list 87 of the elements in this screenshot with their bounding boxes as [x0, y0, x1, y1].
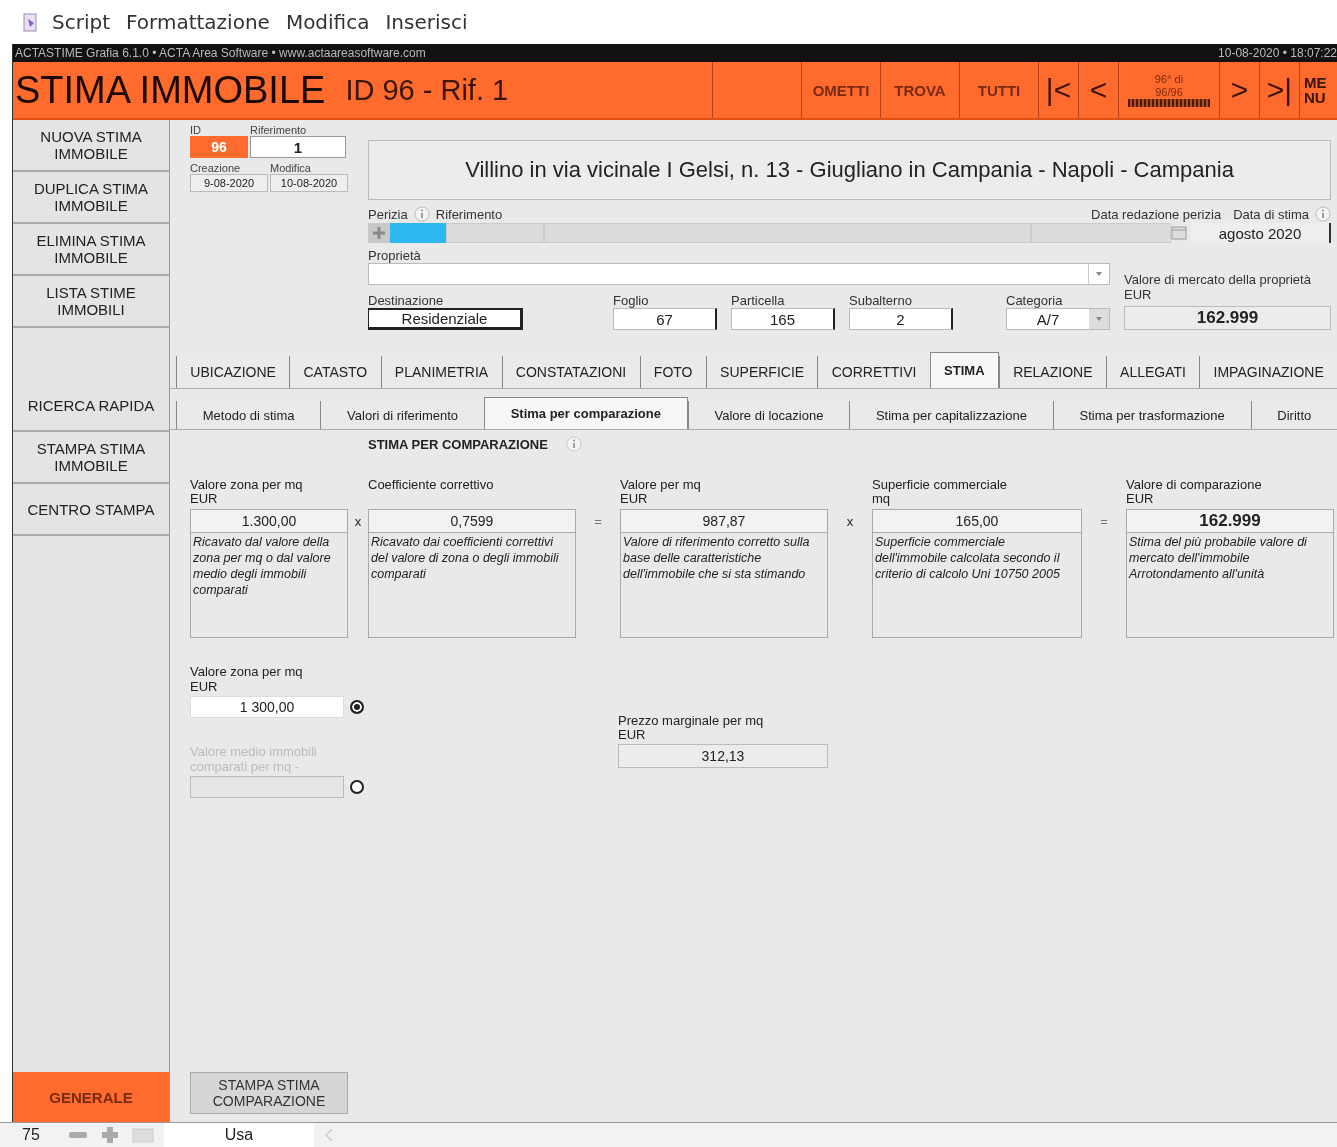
creation-date: 9-08-2020 — [190, 174, 268, 192]
description-box: Stima del più probabile valore di mercato dell'immobile Arrotondamento all'unità — [1126, 533, 1334, 638]
field-label: Valore di mercato della proprietà — [1124, 273, 1312, 287]
field-label: ID — [190, 124, 202, 136]
market-value-field: 162.999 — [1124, 306, 1331, 330]
operator-sign: x — [846, 514, 854, 531]
field-label: Riferimento — [250, 124, 308, 136]
add-icon[interactable] — [368, 223, 390, 243]
input-field[interactable]: 67 — [613, 308, 717, 330]
menu-item[interactable]: Formattazione — [126, 10, 270, 34]
unit-label: EUR — [190, 492, 219, 506]
field-label: Proprietà — [368, 248, 422, 263]
field-label: Data di stima — [1233, 206, 1309, 222]
unit-label: EUR — [618, 728, 647, 742]
menu-item[interactable]: Script — [52, 10, 110, 34]
layout-icon[interactable] — [130, 1125, 156, 1145]
info-icon[interactable] — [413, 206, 430, 222]
date-field[interactable] — [1031, 223, 1171, 243]
date-time: 10-08-2020 • 18:07:22 — [1218, 46, 1337, 60]
field-label: Subalterno — [849, 293, 913, 308]
unit-label: EUR — [1124, 287, 1153, 302]
field-label: Destinazione — [368, 293, 445, 308]
modified-date: 10-08-2020 — [270, 174, 348, 192]
perizia-field[interactable] — [390, 223, 446, 243]
description-box: Valore di riferimento corretto sulla base delle caratteristiche dell'immobile che si sta stimando — [620, 533, 828, 638]
section-title: STIMA PER COMPARAZIONE — [368, 436, 548, 452]
id-field: 96 — [190, 136, 248, 158]
menu-item[interactable]: Modifica — [285, 10, 370, 34]
unit-label: EUR — [620, 492, 649, 506]
field-label: Valore zona per mq — [190, 664, 304, 679]
field-label: Valore zona per mq — [190, 478, 304, 492]
field-label: Valore per mq — [620, 478, 702, 492]
input-field[interactable]: 2 — [849, 308, 953, 330]
field-label: Perizia — [368, 206, 408, 222]
record-bar-icon — [1128, 99, 1210, 107]
zoom-level: 75 — [22, 1126, 41, 1144]
description-box: Ricavato dal valore della zona per mq o dal valore medio degli immobili comparati — [190, 533, 348, 638]
unit-label: EUR — [1126, 492, 1155, 506]
input-field[interactable]: 165 — [731, 308, 835, 330]
field-label: Prezzo marginale per mq — [618, 714, 765, 728]
app-icon[interactable] — [22, 11, 40, 33]
record-title: ID 96 - Rif. 1 — [345, 73, 509, 107]
page-title: STIMA IMMOBILE — [15, 68, 326, 112]
description-box: Ricavato dai coefficienti correttivi del valore di zona o degli immobili comparati — [368, 533, 576, 638]
unit-label: mq — [872, 492, 891, 506]
subtab[interactable]: Stima per comparazione — [483, 397, 688, 429]
operator-sign: = — [594, 514, 602, 531]
dropdown-field[interactable]: A/7 — [1006, 308, 1110, 330]
field-label: Categoria — [1006, 293, 1064, 308]
value-field: 1.300,00 — [190, 509, 348, 533]
input-field[interactable]: 1 300,00 — [190, 696, 344, 718]
input-field[interactable] — [544, 223, 1031, 243]
unit-label: EUR — [190, 679, 219, 694]
value-field: 987,87 — [620, 509, 828, 533]
field-label: Riferimento — [435, 206, 503, 222]
reference-input[interactable] — [446, 223, 544, 243]
info-icon[interactable] — [1315, 206, 1331, 222]
mode-label[interactable]: Usa — [164, 1123, 314, 1147]
info-icon[interactable] — [565, 436, 582, 452]
app-info: ACTASTIME Grafia 6.1.0 • ACTA Area Software • www.actaareasoftware.com — [15, 46, 426, 60]
record-position: 96° di — [1154, 73, 1184, 85]
menu-item[interactable]: Inserisci — [385, 10, 468, 34]
reference-field[interactable]: 1 — [250, 136, 346, 158]
value-field: 165,00 — [872, 509, 1082, 533]
estimate-date-field[interactable]: agosto 2020 — [1191, 223, 1331, 243]
field-label: Modifica — [270, 162, 312, 174]
radio-button[interactable] — [350, 700, 364, 714]
print-button[interactable]: STAMPA STIMA COMPARAZIONE — [190, 1072, 348, 1114]
property-dropdown[interactable] — [368, 263, 1110, 285]
field-label: Creazione — [190, 162, 242, 174]
field-label: Particella — [731, 293, 786, 308]
description-box: Superficie commerciale dell'immobile calcolata secondo il criterio di calcolo Uni 10750 2005 — [872, 533, 1082, 638]
field-label: Data redazione perizia — [1091, 206, 1222, 222]
tab[interactable]: STIMA — [929, 352, 999, 388]
calendar-icon[interactable] — [1171, 226, 1187, 240]
field-label: Foglio — [613, 293, 650, 308]
operator-sign: = — [1100, 514, 1108, 531]
field-label: Coefficiente correttivo — [368, 478, 495, 492]
record-count: 96/96 — [1155, 86, 1183, 98]
address-box: Villino in via vicinale I Gelsi, n. 13 - Giugliano in Campania - Napoli - Campania — [368, 140, 1331, 200]
value-field: 0,7599 — [368, 509, 576, 533]
select-button[interactable]: Residenziale — [368, 308, 523, 330]
field-label: Superficie commerciale — [872, 478, 1009, 492]
value-field: 162.999 — [1126, 509, 1334, 533]
field-label: Valore di comparazione — [1126, 478, 1263, 492]
marginal-price-field: 312,13 — [618, 744, 828, 768]
operator-sign: x — [354, 514, 362, 531]
